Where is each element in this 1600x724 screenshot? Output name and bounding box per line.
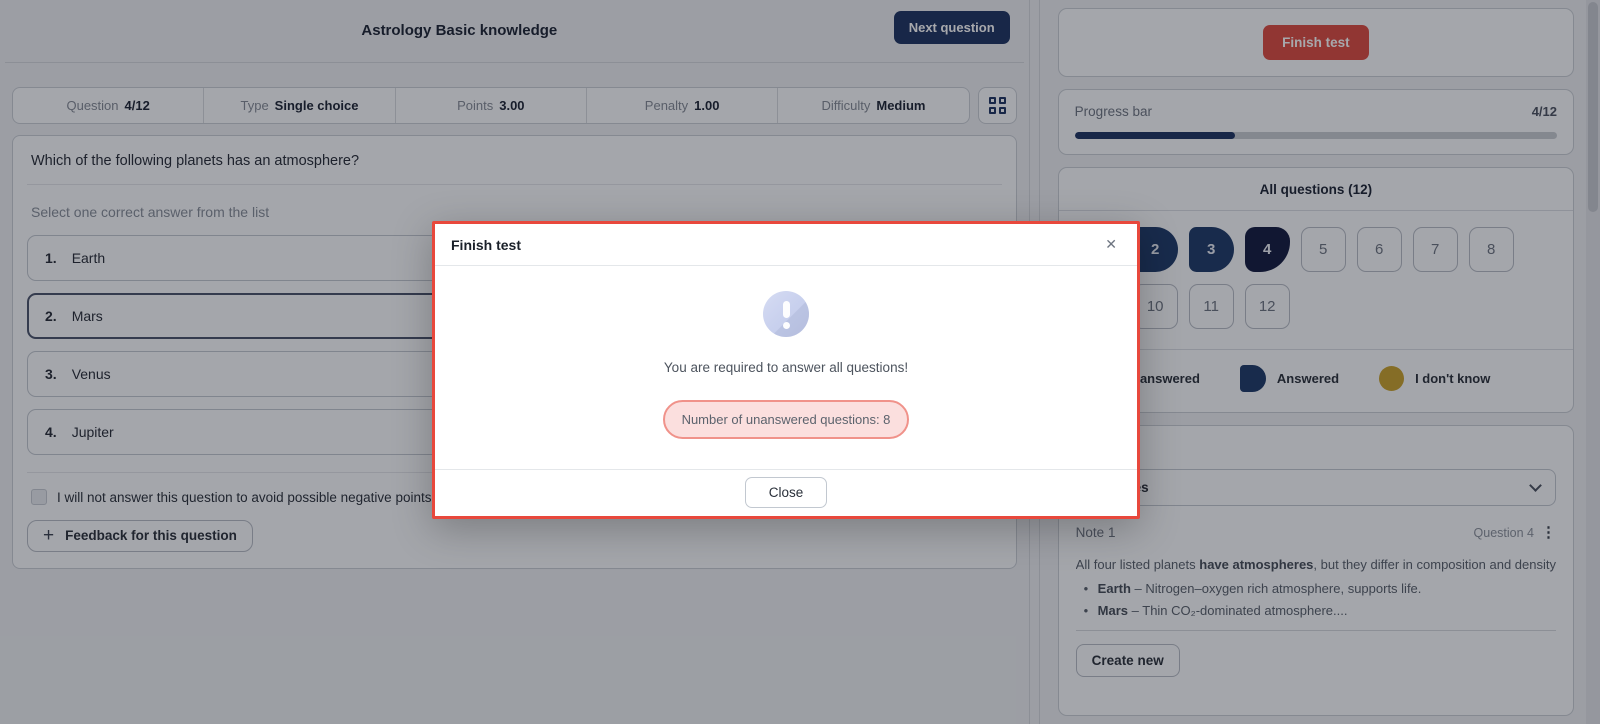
finish-test-modal: Finish test ✕ You are required to answer… [432,221,1140,519]
app-viewport: Astrology Basic knowledge Next question … [0,0,1600,724]
modal-footer: Close [435,469,1137,516]
modal-title: Finish test [451,237,521,253]
modal-body: You are required to answer all questions… [435,266,1137,469]
alert-exclamation-icon [763,291,809,337]
close-icon[interactable]: ✕ [1101,234,1121,255]
modal-header: Finish test ✕ [435,224,1137,266]
modal-close-button[interactable]: Close [745,477,828,508]
unanswered-count-badge: Number of unanswered questions: 8 [663,400,910,439]
modal-message: You are required to answer all questions… [459,360,1113,375]
